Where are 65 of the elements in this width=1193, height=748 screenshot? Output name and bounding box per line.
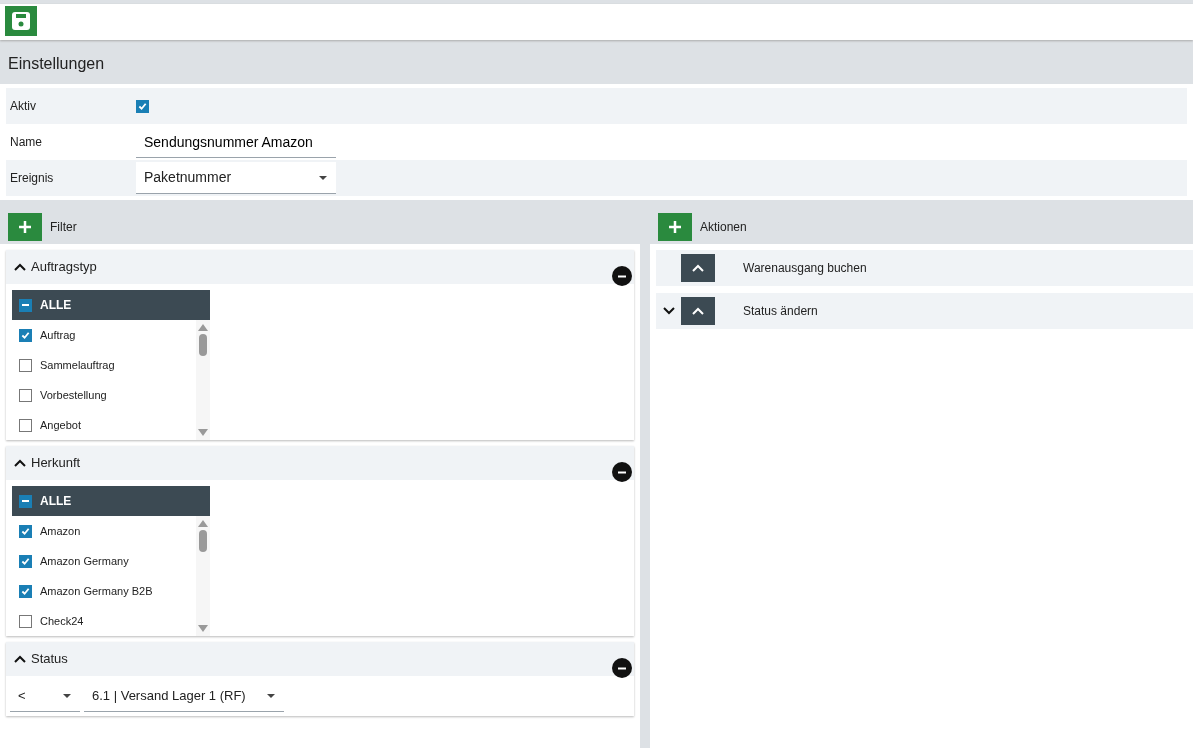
scrollbar[interactable] [196, 516, 210, 636]
checkbox[interactable] [19, 584, 32, 598]
checkbox[interactable] [19, 358, 32, 372]
minus-icon [618, 666, 626, 670]
field-label: Name [9, 134, 43, 151]
checkbox[interactable] [19, 554, 32, 568]
minus-icon [22, 500, 29, 502]
group-title: Herkunft [31, 454, 81, 473]
section-title: Einstellungen [7, 54, 106, 74]
scrollbar[interactable] [196, 320, 210, 440]
plus-icon [17, 219, 33, 235]
arrow-down-icon[interactable] [198, 625, 208, 632]
add-action-button[interactable] [658, 213, 692, 241]
caret-icon [318, 174, 328, 181]
item-label: Amazon Germany B2B [40, 583, 153, 599]
item-label: Amazon [40, 523, 81, 539]
scroll-thumb[interactable] [199, 334, 207, 356]
select-all-label: ALLE [40, 297, 72, 314]
chevron-icon[interactable] [14, 459, 26, 467]
caret-icon [62, 692, 72, 699]
select-all-label: ALLE [40, 493, 72, 510]
section-title: Aktionen [700, 219, 747, 236]
section-title: Filter [50, 219, 77, 236]
field-label: Aktiv [9, 98, 37, 115]
scroll-thumb[interactable] [199, 530, 207, 552]
item-label: Auftrag [40, 327, 76, 343]
arrow-up-icon[interactable] [198, 520, 208, 527]
chevron-icon[interactable] [662, 307, 675, 315]
caret-icon [266, 692, 276, 699]
action-label: Warenausgang buchen [743, 260, 867, 277]
checkbox[interactable] [136, 99, 149, 113]
item-label: Amazon Germany [40, 553, 129, 569]
save-button[interactable] [5, 6, 37, 36]
item-label: Angebot [40, 417, 81, 433]
checkbox[interactable] [19, 388, 32, 402]
remove-button[interactable] [612, 462, 632, 482]
checkbox[interactable] [19, 494, 32, 508]
group-title: Auftragstyp [31, 258, 97, 277]
field-label: Ereignis [9, 170, 55, 187]
remove-button[interactable] [612, 658, 632, 678]
move-up-button[interactable] [681, 254, 715, 282]
minus-icon [618, 274, 626, 278]
move-up-button[interactable] [681, 297, 715, 325]
plus-icon [667, 219, 683, 235]
checkbox[interactable] [19, 524, 32, 538]
minus-icon [22, 304, 29, 306]
remove-button[interactable] [612, 266, 632, 286]
add-filter-button[interactable] [8, 213, 42, 241]
item-label: Vorbestellung [40, 387, 107, 403]
chevron-up-icon [692, 307, 704, 315]
checkbox[interactable] [19, 418, 32, 432]
checkbox[interactable] [19, 614, 32, 628]
item-label: Sammelauftrag [40, 357, 115, 373]
minus-icon [618, 470, 626, 474]
arrow-down-icon[interactable] [198, 429, 208, 436]
chevron-icon[interactable] [14, 263, 26, 271]
chevron-up-icon [692, 264, 704, 272]
action-label: Status ändern [743, 303, 818, 320]
item-label: Check24 [40, 613, 84, 629]
checkbox[interactable] [19, 328, 32, 342]
arrow-up-icon[interactable] [198, 324, 208, 331]
checkbox[interactable] [19, 298, 32, 312]
dropdown[interactable]: Paketnummer [136, 162, 336, 194]
group-title: Status [31, 650, 68, 669]
chevron-icon[interactable] [14, 655, 26, 663]
